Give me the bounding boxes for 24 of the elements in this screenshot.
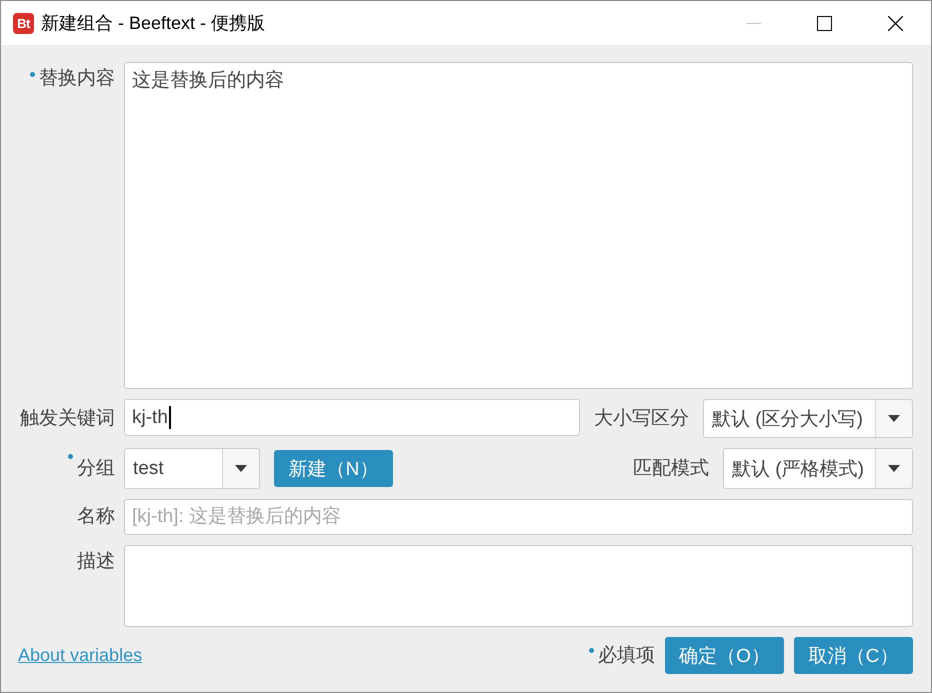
field-label: 大小写区分 xyxy=(594,406,689,430)
field-label: 匹配模式 xyxy=(633,456,709,480)
keyword-field[interactable]: kj-th xyxy=(124,399,580,436)
case-dropdown[interactable]: 默认 (区分大小写) xyxy=(703,399,913,438)
field-label: 触发关键词 xyxy=(20,406,115,430)
app-logo: Bt xyxy=(13,12,34,34)
required-legend: 必填项 xyxy=(598,644,655,668)
caret-down-icon xyxy=(888,415,900,422)
content-field[interactable]: 这是替换后的内容 xyxy=(124,62,913,389)
field-label: 描述 xyxy=(77,550,115,574)
field-label: 分组 xyxy=(77,456,115,480)
description-field[interactable] xyxy=(124,545,913,627)
ok-button[interactable]: 确定（O） xyxy=(665,637,784,674)
new-group-button[interactable]: 新建（N） xyxy=(274,450,393,487)
match-dropdown[interactable]: 默认 (严格模式) xyxy=(723,448,913,489)
group-dropdown[interactable]: test xyxy=(124,448,260,489)
field-label: 名称 xyxy=(77,505,115,529)
name-field[interactable]: [kj-th]: 这是替换后的内容 xyxy=(124,499,913,535)
window-title: 新建组合 - Beeftext - 便携版 xyxy=(41,12,266,35)
field-label: 替换内容 xyxy=(39,67,115,91)
caret-down-icon xyxy=(888,465,900,472)
caret-down-icon xyxy=(235,465,247,472)
cancel-button[interactable]: 取消（C） xyxy=(794,637,913,674)
required-dot-icon xyxy=(589,648,594,652)
